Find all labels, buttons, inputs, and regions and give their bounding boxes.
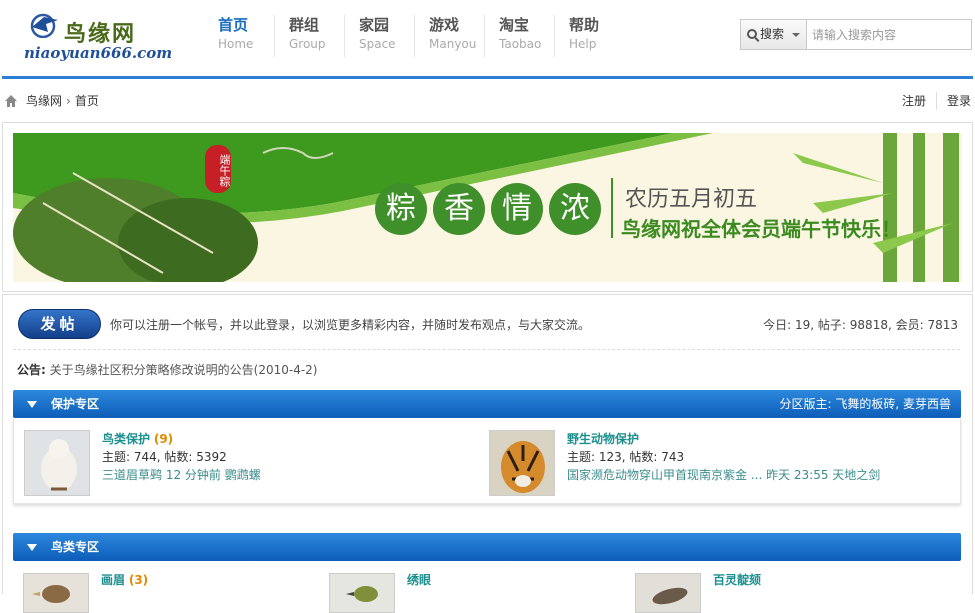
divider [13,349,960,350]
holiday-banner[interactable]: 端午粽 粽 香 情 浓 农历五月初五 鸟缘网祝全体会员端午节快乐！ [13,133,962,282]
banner-title: 粽 香 情 浓 [375,183,607,235]
forum-stats: 主题: 744, 帖数: 5392 [102,450,227,464]
banner-greeting: 鸟缘网祝全体会员端午节快乐！ [621,217,901,241]
section-header-birds[interactable]: 鸟类专区 [13,533,961,561]
section-body-protection: 鸟类保护 (9) 主题: 744, 帖数: 5392 三道眉草鹀 12 分钟前 … [13,418,961,504]
forum-info: 鸟类保护 (9) 主题: 744, 帖数: 5392 三道眉草鹀 12 分钟前 … [102,430,462,484]
search-type-select[interactable]: 搜索 [741,20,807,49]
forum-thumbnail[interactable] [24,430,90,496]
breadcrumb-separator: › [66,94,71,108]
new-post-button[interactable]: 发帖 [18,309,101,339]
section-title: 保护专区 [51,397,100,411]
forum-thumbnail[interactable] [23,573,89,613]
nav-sublabel: Manyou [429,37,477,51]
forum-last-post[interactable]: 三道眉草鹀 12 分钟前 鹦鹉螺 [102,468,261,482]
forum-item: 画眉 (3) [23,567,323,613]
banner-stamp: 端午粽 [205,145,231,193]
site-logo[interactable]: 鸟缘网 niaoyuan666.com [22,10,172,68]
logo-url: niaoyuan666.com [24,44,173,62]
nav-sublabel: Taobao [499,37,542,51]
announcement-label: 公告: [17,363,46,377]
header-divider [2,76,973,79]
nav-sublabel: Space [359,37,396,51]
section-moderators[interactable]: 分区版主: 飞舞的板砖, 麦芽西兽 [780,390,952,418]
search-type-label: 搜索 [760,27,785,41]
nav-taobao[interactable]: 淘宝 Taobao [484,15,554,57]
nav-sublabel: Group [289,37,326,51]
banner-divider [611,178,613,238]
breadcrumb-current: 首页 [74,94,99,108]
chevron-down-icon [792,33,800,37]
forum-stats: 主题: 123, 帖数: 743 [567,450,685,464]
forum-today-count: (3) [128,573,149,587]
nav-sublabel: Home [218,37,254,51]
collapse-icon[interactable] [27,401,37,408]
forum-name[interactable]: 百灵靛颏 [713,573,761,587]
user-links: 注册 登录 [892,92,971,110]
nav-label: 家园 [359,16,390,34]
section-body-birds: 画眉 (3) 绣眼 百灵靛颏 [13,567,961,613]
breadcrumb-site[interactable]: 鸟缘网 [26,92,62,110]
nav-label: 群组 [289,16,320,34]
banner-char: 浓 [549,183,601,235]
nav-sublabel: Help [569,37,597,51]
register-link[interactable]: 注册 [892,92,936,110]
banner-lunar-date: 农历五月初五 [625,187,758,212]
nav-label: 帮助 [569,16,600,34]
forum-item: 百灵靛颏 [635,567,955,613]
banner-frame: 端午粽 粽 香 情 浓 农历五月初五 鸟缘网祝全体会员端午节快乐！ [2,122,973,292]
forum-main: 发帖 你可以注册一个帐号，并以此登录，以浏览更多精彩内容，并随时发布观点，与大家… [2,294,973,613]
breadcrumb: 鸟缘网 › 首页 [4,92,99,110]
section-header-protection[interactable]: 保护专区 分区版主: 飞舞的板砖, 麦芽西兽 [13,390,961,418]
nav-label: 游戏 [429,16,460,34]
forum-info: 百灵靛颏 [713,571,975,589]
forum-thumbnail[interactable] [635,573,701,613]
banner-char: 香 [433,183,485,235]
forum-info: 野生动物保护 主题: 123, 帖数: 743 国家濒危动物穿山甲首现南京紫金 … [567,430,927,484]
nav-help[interactable]: 帮助 Help [554,15,624,57]
nav-space[interactable]: 家园 Space [344,15,414,57]
forum-name[interactable]: 野生动物保护 [567,432,639,446]
home-icon[interactable] [4,94,18,108]
forum-item: 野生动物保护 主题: 123, 帖数: 743 国家濒危动物穿山甲首现南京紫金 … [489,430,949,500]
forum-today-count: (9) [153,432,174,446]
forum-thumbnail[interactable] [329,573,395,613]
banner-char: 粽 [375,183,427,235]
main-nav: 首页 Home 群组 Group 家园 Space 游戏 Manyou 淘宝 T… [204,15,624,57]
section-title: 鸟类专区 [51,540,100,554]
collapse-icon[interactable] [27,544,37,551]
login-link[interactable]: 登录 [935,92,971,110]
forum-name[interactable]: 画眉 [101,573,125,587]
announcement-date: (2010-4-2) [253,363,318,377]
site-stats: 今日: 19, 帖子: 98818, 会员: 7813 [763,318,958,332]
banner-char: 情 [491,183,543,235]
guest-notice: 你可以注册一个帐号，并以此登录，以浏览更多精彩内容，并随时发布观点，与大家交流。 [110,318,591,332]
bird-logo-icon [30,13,58,38]
search-box: 搜索 [740,19,972,50]
forum-name[interactable]: 鸟类保护 [102,432,150,446]
site-header: 鸟缘网 niaoyuan666.com 首页 Home 群组 Group 家园 … [0,0,975,76]
nav-label: 首页 [218,16,249,34]
forum-item: 鸟类保护 (9) 主题: 744, 帖数: 5392 三道眉草鹀 12 分钟前 … [24,430,474,500]
forum-name[interactable]: 绣眼 [407,573,431,587]
forum-item: 绣眼 [329,567,629,613]
forum-last-post[interactable]: 国家濒危动物穿山甲首现南京紫金 ... 昨天 23:55 天地之剑 [567,468,880,482]
forum-thumbnail[interactable] [489,430,555,496]
announcement: 公告: 关于鸟缘社区积分策略修改说明的公告(2010-4-2) [17,361,318,378]
search-input[interactable] [808,20,970,49]
nav-label: 淘宝 [499,16,530,34]
nav-manyou[interactable]: 游戏 Manyou [414,15,484,57]
nav-group[interactable]: 群组 Group [274,15,344,57]
search-icon [747,29,757,39]
announcement-link[interactable]: 关于鸟缘社区积分策略修改说明的公告 [50,363,254,377]
nav-home[interactable]: 首页 Home [204,15,274,57]
